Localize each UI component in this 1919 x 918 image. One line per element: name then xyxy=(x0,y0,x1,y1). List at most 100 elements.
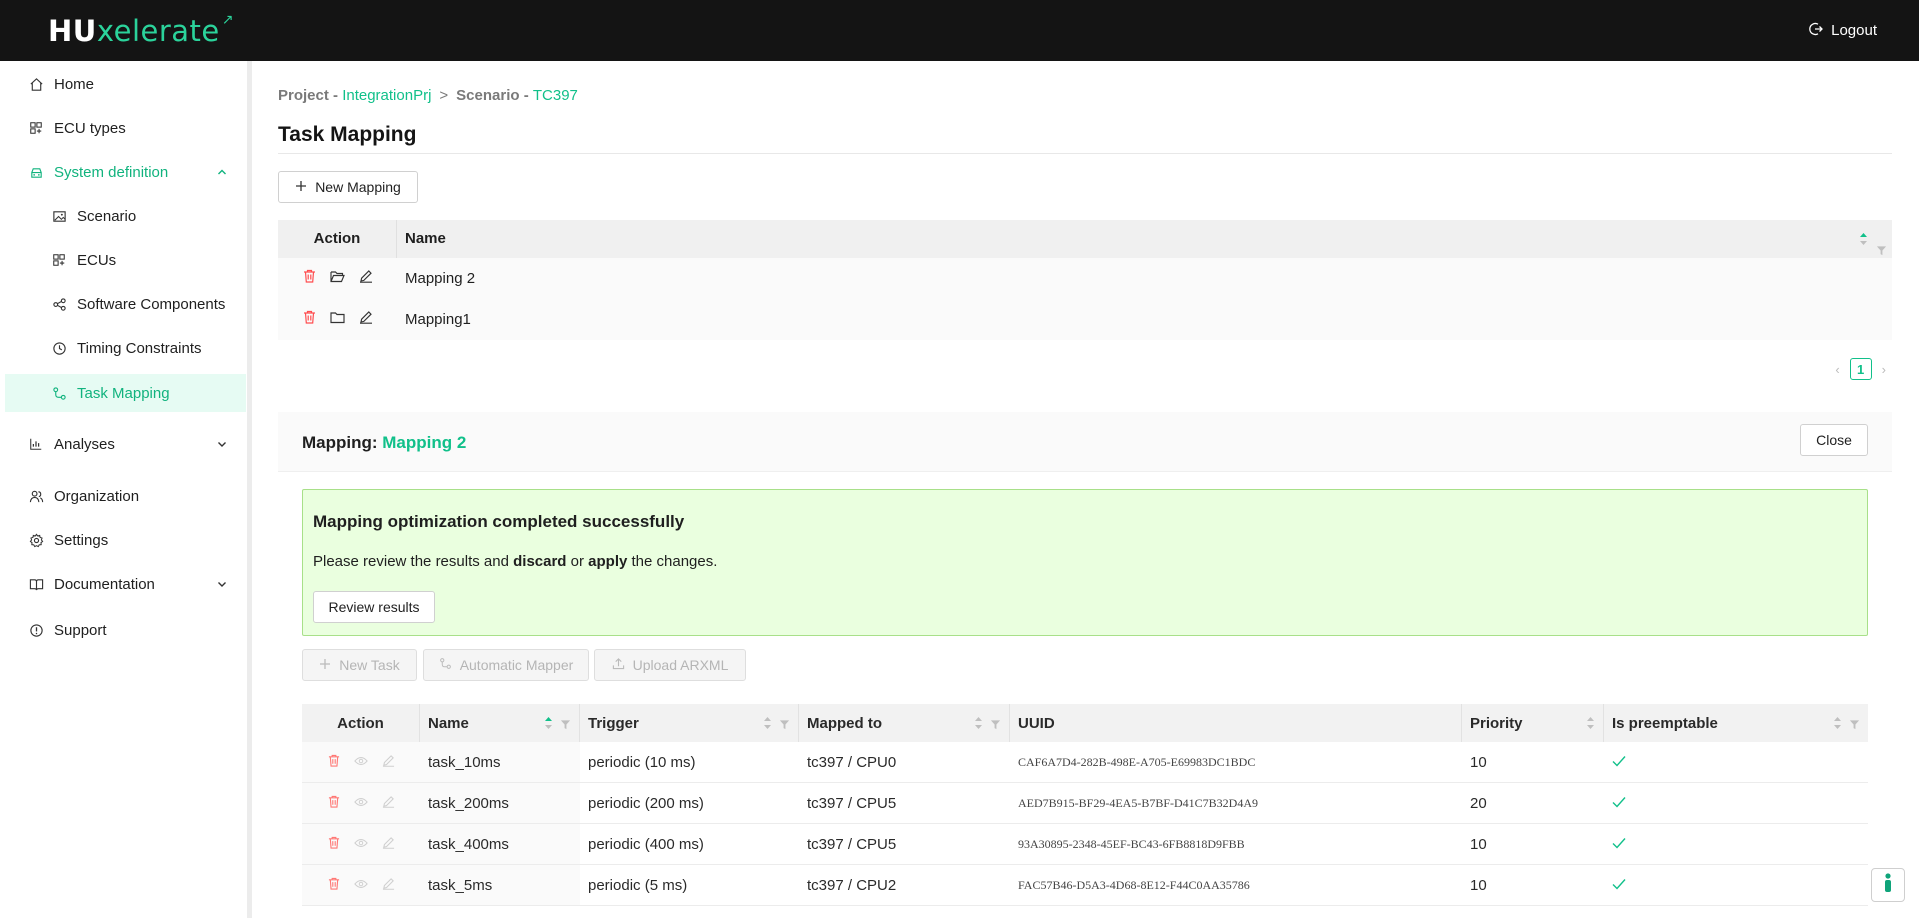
filter-icon[interactable] xyxy=(1876,233,1887,271)
sidebar-item-timing-constraints[interactable]: Timing Constraints xyxy=(5,329,246,367)
filter-icon[interactable] xyxy=(990,717,1001,734)
sidebar-item-documentation[interactable]: Documentation xyxy=(5,565,246,603)
column-header-is-preemptable[interactable]: Is preemptable xyxy=(1604,704,1868,742)
trash-icon[interactable] xyxy=(328,795,340,812)
breadcrumb-scenario-link[interactable]: TC397 xyxy=(533,87,578,104)
sidebar-item-ecu-types[interactable]: ECU types xyxy=(5,109,246,147)
check-icon xyxy=(1612,795,1626,812)
table-row[interactable]: task_200ms periodic (200 ms) tc397 / CPU… xyxy=(302,783,1868,824)
sort-icon[interactable] xyxy=(763,715,772,731)
edit-icon[interactable] xyxy=(382,795,395,812)
task-uuid: FAC57B46-D5A3-4D68-8E12-F44C0AA35786 xyxy=(1018,877,1250,892)
task-is-preemptable xyxy=(1604,824,1868,864)
eye-icon[interactable] xyxy=(353,877,368,894)
column-header-trigger[interactable]: Trigger xyxy=(580,704,799,742)
pagination-page-1[interactable]: 1 xyxy=(1849,358,1872,380)
column-header-name-label: Name xyxy=(428,714,469,732)
breadcrumb-project-link[interactable]: IntegrationPrj xyxy=(342,87,431,104)
sidebar-item-home[interactable]: Home xyxy=(5,65,246,103)
close-button[interactable]: Close xyxy=(1800,424,1868,456)
mapping-name[interactable]: Mapping1 xyxy=(397,298,1892,340)
top-bar: HU xelerate ↗ Logout xyxy=(0,0,1919,61)
help-button[interactable] xyxy=(1871,868,1905,902)
team-icon xyxy=(28,488,44,504)
eye-icon[interactable] xyxy=(353,836,368,853)
automatic-mapper-button[interactable]: Automatic Mapper xyxy=(423,649,589,681)
task-mapped-to: tc397 / CPU0 xyxy=(807,753,897,771)
eye-icon[interactable] xyxy=(353,795,368,812)
sidebar-item-software-components[interactable]: Software Components xyxy=(5,285,246,323)
table-row[interactable]: task_400ms periodic (400 ms) tc397 / CPU… xyxy=(302,824,1868,865)
upload-icon xyxy=(612,657,625,673)
eye-icon[interactable] xyxy=(353,754,368,771)
edit-icon[interactable] xyxy=(382,754,395,771)
new-mapping-label: New Mapping xyxy=(315,179,401,195)
brand-logo[interactable]: HU xelerate ↗ xyxy=(48,12,234,48)
task-uuid: 93A30895-2348-45EF-BC43-6FB8818D9FBB xyxy=(1018,836,1245,851)
sidebar-item-system-definition[interactable]: System definition xyxy=(5,153,246,191)
sidebar-item-label: ECUs xyxy=(77,251,117,269)
trash-icon[interactable] xyxy=(303,269,316,287)
column-header-priority[interactable]: Priority xyxy=(1462,704,1604,742)
sidebar-item-analyses[interactable]: Analyses xyxy=(5,425,246,463)
sidebar-item-support[interactable]: Support xyxy=(5,611,246,649)
filter-icon[interactable] xyxy=(779,717,790,734)
alert-apply: apply xyxy=(588,553,628,570)
sidebar: Home ECU types System definition Scenari… xyxy=(0,61,252,918)
automatic-mapper-label: Automatic Mapper xyxy=(459,657,574,673)
sort-icon[interactable] xyxy=(544,715,553,731)
column-header-name[interactable]: Name xyxy=(420,704,580,742)
task-name: task_400ms xyxy=(420,824,580,864)
sidebar-item-ecus[interactable]: ECUs xyxy=(5,241,246,279)
pagination-prev-icon[interactable]: ‹ xyxy=(1835,362,1839,377)
alert-discard: discard xyxy=(513,553,567,570)
task-trigger: periodic (200 ms) xyxy=(588,794,704,812)
filter-icon[interactable] xyxy=(1849,717,1860,734)
trash-icon[interactable] xyxy=(303,310,316,328)
table-row[interactable]: task_10ms periodic (10 ms) tc397 / CPU0 … xyxy=(302,742,1868,783)
new-mapping-button[interactable]: New Mapping xyxy=(278,171,418,203)
trash-icon[interactable] xyxy=(328,836,340,853)
alert-title: Mapping optimization completed successfu… xyxy=(313,512,685,531)
folder-icon[interactable] xyxy=(329,311,345,328)
row-actions xyxy=(302,742,420,782)
upload-arxml-button[interactable]: Upload ARXML xyxy=(594,649,746,681)
trash-icon[interactable] xyxy=(328,754,340,771)
sidebar-item-label: Software Components xyxy=(77,295,226,313)
sort-icon[interactable] xyxy=(974,715,983,731)
filter-icon[interactable] xyxy=(560,717,571,734)
sidebar-item-task-mapping[interactable]: Task Mapping xyxy=(5,374,246,412)
sidebar-item-scenario[interactable]: Scenario xyxy=(5,197,246,235)
trash-icon[interactable] xyxy=(328,877,340,894)
column-header-uuid: UUID xyxy=(1010,704,1462,742)
table-row[interactable]: Mapping1 xyxy=(278,298,1892,340)
edit-icon[interactable] xyxy=(359,269,373,287)
table-row[interactable]: task_5ms periodic (5 ms) tc397 / CPU2 FA… xyxy=(302,865,1868,906)
table-row[interactable]: Mapping 2 xyxy=(278,257,1892,299)
pagination-next-icon[interactable]: › xyxy=(1882,362,1886,377)
plus-icon xyxy=(295,179,307,195)
person-icon xyxy=(1882,873,1894,897)
column-header-trigger-label: Trigger xyxy=(588,714,639,732)
sort-icon[interactable] xyxy=(1586,715,1595,731)
sidebar-item-settings[interactable]: Settings xyxy=(5,521,246,559)
title-divider xyxy=(278,153,1892,154)
logout-button[interactable]: Logout xyxy=(1809,22,1877,40)
edit-icon[interactable] xyxy=(382,877,395,894)
sidebar-item-organization[interactable]: Organization xyxy=(5,477,246,515)
edit-icon[interactable] xyxy=(382,836,395,853)
chevron-down-icon xyxy=(216,437,228,454)
mapping-table: Action Name Mapping 2 Mapping1 xyxy=(278,220,1892,340)
column-header-mapped-to[interactable]: Mapped to xyxy=(799,704,1010,742)
column-header-name[interactable]: Name xyxy=(397,220,1892,258)
new-task-button[interactable]: New Task xyxy=(302,649,417,681)
sort-icon[interactable] xyxy=(1833,715,1842,731)
sort-icon[interactable] xyxy=(1859,231,1868,247)
task-mapped-to: tc397 / CPU5 xyxy=(807,794,897,812)
folder-open-icon[interactable] xyxy=(329,270,345,287)
edit-icon[interactable] xyxy=(359,310,373,328)
review-results-button[interactable]: Review results xyxy=(313,591,435,623)
close-label: Close xyxy=(1816,432,1852,448)
mapping-name[interactable]: Mapping 2 xyxy=(397,257,1892,299)
sidebar-item-label: Home xyxy=(54,75,95,93)
